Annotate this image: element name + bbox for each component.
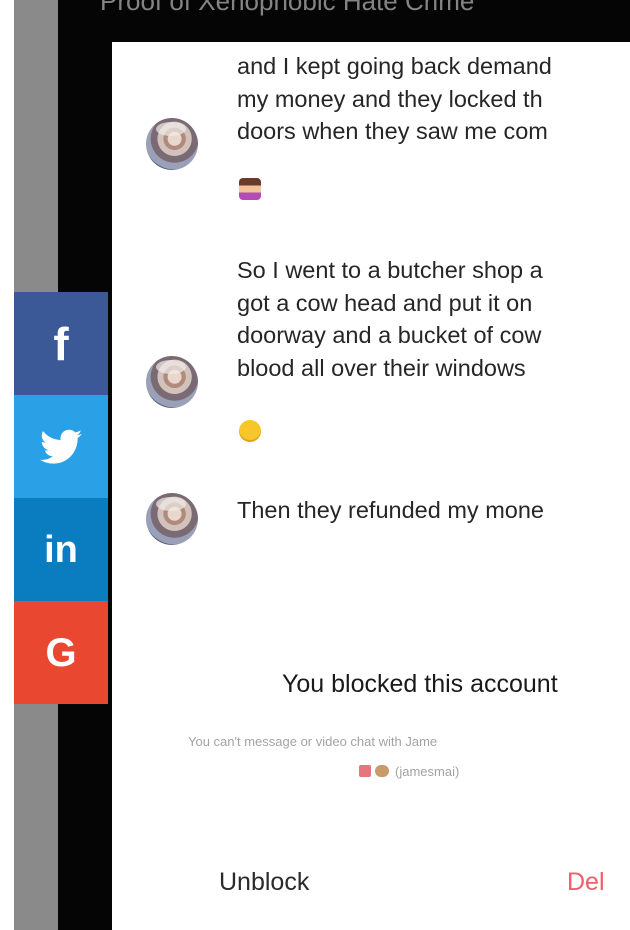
google-icon: G bbox=[45, 630, 77, 675]
message-bubble[interactable]: and I kept going back demand my money an… bbox=[237, 50, 552, 148]
video-title-overlay: Proof of Xenophobic Hate Crime bbox=[100, 0, 475, 16]
google-share-button[interactable]: G bbox=[14, 601, 108, 704]
blocked-account-subtitle: You can't message or video chat with Jam… bbox=[188, 734, 438, 749]
message-line: and I kept going back demand bbox=[237, 53, 552, 79]
blocked-account-title: You blocked this account bbox=[282, 670, 558, 698]
blocked-account-handle: (jamesmai) bbox=[359, 764, 459, 779]
message-line: doors when they saw me com bbox=[237, 118, 548, 144]
handle-text: (jamesmai) bbox=[395, 764, 460, 779]
twitter-share-button[interactable] bbox=[14, 395, 108, 498]
hundred-emoji-icon bbox=[359, 765, 371, 777]
chat-screen: and I kept going back demand my money an… bbox=[112, 42, 630, 930]
message-line: my money and they locked th bbox=[237, 85, 543, 112]
facebook-icon: f bbox=[53, 317, 69, 370]
hand-emoji-icon bbox=[375, 765, 389, 777]
linkedin-icon: in bbox=[44, 528, 78, 571]
woman-facepalm-emoji-icon[interactable] bbox=[239, 178, 261, 200]
message-bubble[interactable]: Then they refunded my mone bbox=[237, 494, 544, 527]
linkedin-share-button[interactable]: in bbox=[14, 498, 108, 601]
message-bubble[interactable]: So I went to a butcher shop a got a cow … bbox=[237, 254, 543, 384]
message-line: So I went to a butcher shop a bbox=[237, 257, 543, 283]
message-line: doorway and a bucket of cow bbox=[237, 322, 542, 348]
social-share-bar: f in G bbox=[14, 292, 108, 704]
smile-emoji-icon[interactable] bbox=[239, 420, 261, 442]
sender-avatar[interactable] bbox=[146, 356, 198, 408]
message-line: got a cow head and put it on bbox=[237, 289, 533, 316]
sender-avatar[interactable] bbox=[146, 493, 198, 545]
delete-button[interactable]: Del bbox=[567, 868, 605, 897]
message-line: blood all over their windows bbox=[237, 354, 526, 381]
facebook-share-button[interactable]: f bbox=[14, 292, 108, 395]
twitter-icon bbox=[40, 429, 82, 464]
unblock-button[interactable]: Unblock bbox=[219, 868, 309, 897]
message-line: Then they refunded my mone bbox=[237, 497, 544, 523]
sender-avatar[interactable] bbox=[146, 118, 198, 170]
